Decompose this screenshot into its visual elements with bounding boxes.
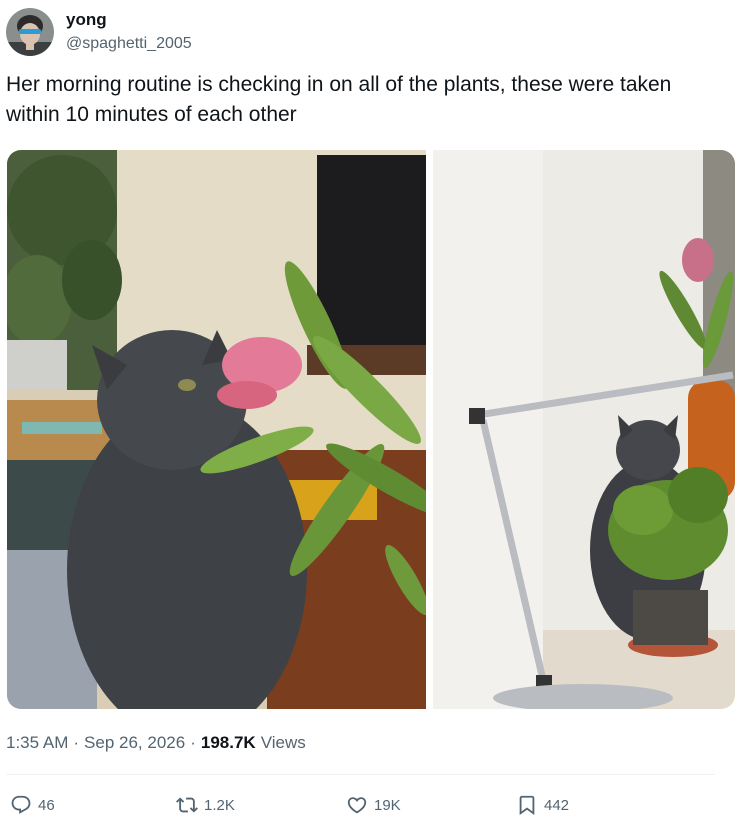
author-names: yong @spaghetti_2005 xyxy=(66,9,192,55)
reply-button[interactable]: 46 xyxy=(10,790,55,820)
tweet-meta: 1:35 AM · Sep 26, 2026 · 198.7K Views xyxy=(6,731,306,755)
tweet-date[interactable]: Sep 26, 2026 xyxy=(84,731,185,755)
like-button[interactable]: 19K xyxy=(346,790,401,820)
photo-cat-behind-potted-plant[interactable] xyxy=(433,150,735,709)
repost-count: 1.2K xyxy=(204,796,235,814)
views-label[interactable]: Views xyxy=(261,731,306,755)
separator-dot: · xyxy=(190,733,196,752)
photo-cat-sniffing-protea[interactable] xyxy=(7,150,426,709)
like-count: 19K xyxy=(374,796,401,814)
repost-button[interactable]: 1.2K xyxy=(176,790,235,820)
action-bar: 46 1.2K 19K 442 xyxy=(10,790,710,820)
tweet-header: yong @spaghetti_2005 xyxy=(6,6,192,58)
views-count[interactable]: 198.7K xyxy=(201,731,256,755)
media-grid xyxy=(7,150,735,709)
reply-count: 46 xyxy=(38,796,55,814)
divider xyxy=(6,774,715,775)
repost-icon xyxy=(176,797,198,813)
bookmark-icon xyxy=(519,795,535,816)
display-name[interactable]: yong xyxy=(66,9,192,31)
tweet-time[interactable]: 1:35 AM xyxy=(6,731,68,755)
bookmark-button[interactable]: 442 xyxy=(516,790,569,820)
bookmark-count: 442 xyxy=(544,796,570,814)
separator-dot: · xyxy=(73,733,80,752)
heart-icon xyxy=(347,797,367,814)
tweet-text: Her morning routine is checking in on al… xyxy=(6,73,672,126)
avatar[interactable] xyxy=(6,8,54,56)
reply-icon xyxy=(11,795,31,814)
username-handle[interactable]: @spaghetti_2005 xyxy=(66,33,192,55)
